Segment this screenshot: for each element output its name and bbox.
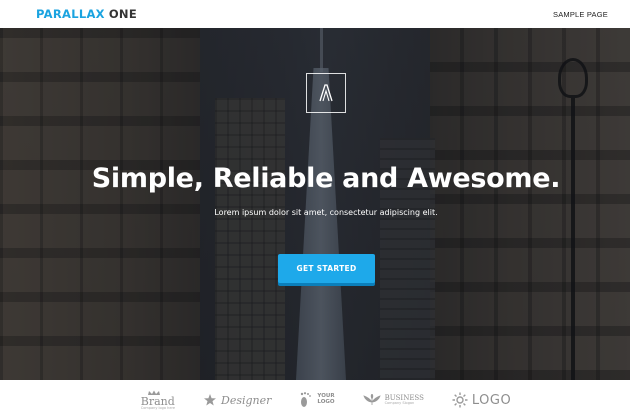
lambda-icon (319, 84, 333, 102)
logo-brand[interactable]: Brand Company logo here (141, 390, 175, 411)
logo-designer-text: Designer (221, 393, 272, 407)
sun-icon (452, 392, 468, 408)
get-started-button[interactable]: GET STARTED (278, 254, 375, 283)
logo-designer[interactable]: Designer (203, 393, 271, 407)
footprint-icon (301, 392, 312, 407)
brand-name-part2: ONE (108, 7, 138, 21)
leaf-icon (362, 394, 381, 405)
hero-title: Simple, Reliable and Awesome. (91, 163, 561, 194)
star-icon (204, 394, 217, 406)
logo-generic-text: LOGO (471, 392, 512, 408)
brand-name-part1: PARALLAX (36, 7, 105, 21)
hero-logo-icon (306, 73, 346, 113)
logo-generic[interactable]: LOGO (452, 392, 511, 408)
nav-sample-page-link[interactable]: SAMPLE PAGE (553, 10, 608, 19)
logo-brand-tagline: Company logo here (140, 405, 176, 410)
hero-section: Simple, Reliable and Awesome. Lorem ipsu… (0, 28, 630, 380)
site-logo[interactable]: PARALLAX ONE (36, 7, 137, 21)
logo-your-logo[interactable]: YOUR LOGO (299, 391, 335, 409)
logo-business[interactable]: BUSINESS Company Slogan (362, 394, 424, 406)
hero-subtitle: Lorem ipsum dolor sit amet, consectetur … (214, 208, 438, 217)
logo-your-line2: LOGO (317, 399, 335, 405)
client-logos-strip: Brand Company logo here Designer YOUR LO… (0, 380, 630, 420)
site-header: PARALLAX ONE SAMPLE PAGE (0, 0, 630, 28)
logo-business-slogan: Company Slogan (384, 400, 415, 405)
